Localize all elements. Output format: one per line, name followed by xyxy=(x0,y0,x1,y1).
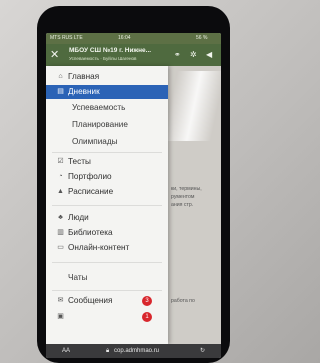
home-icon: ⌂ xyxy=(58,73,63,80)
menu-item-online-content[interactable]: ▭ Онлайн-контент xyxy=(46,241,168,255)
navigation-drawer: ⌂ Главная ▤ Дневник Успеваемость Планиро… xyxy=(46,66,168,344)
settings-icon[interactable]: ✲ xyxy=(190,50,197,60)
messages-badge: 3 xyxy=(142,296,152,306)
mail-icon: ✉ xyxy=(57,297,64,304)
menu-item-home[interactable]: ⌂ Главная xyxy=(46,70,168,84)
app-title: МБОУ СШ №19 г. Нижне... xyxy=(69,47,152,54)
browser-address-bar[interactable]: AA 🔒︎ cop.admhmao.ru ↻ xyxy=(46,344,221,358)
bell-icon: ▲ xyxy=(57,188,64,195)
clock: 16:04 xyxy=(118,35,131,41)
reload-icon[interactable]: ↻ xyxy=(200,344,205,358)
carrier-label: MTS RUS LTE xyxy=(50,35,83,41)
megaphone-icon[interactable]: ◀ xyxy=(206,50,212,60)
url-text[interactable]: cop.admhmao.ru xyxy=(114,344,159,358)
text-size-button[interactable]: AA xyxy=(62,344,70,358)
menu-item-partial[interactable]: ▣ 1 xyxy=(46,310,168,324)
menu-item-library[interactable]: ▥ Библиотека xyxy=(46,226,168,240)
content-line: ания стр. xyxy=(171,202,194,208)
content-line: рументом xyxy=(171,194,195,200)
menu-item-planning[interactable]: Планирование xyxy=(46,118,168,132)
lock-icon: 🔒︎ xyxy=(106,348,110,354)
notification-badge: 1 xyxy=(142,312,152,322)
link-icon[interactable]: ⚭ xyxy=(174,50,181,60)
phone-screen: MTS RUS LTE 16:04 56 % ✕ МБОУ СШ №19 г. … xyxy=(46,33,221,358)
menu-item-people[interactable]: ♣ Люди xyxy=(46,211,168,225)
menu-item-schedule[interactable]: ▲ Расписание xyxy=(46,185,168,199)
menu-divider xyxy=(52,290,162,291)
menu-divider xyxy=(52,152,162,153)
status-bar: MTS RUS LTE 16:04 56 % xyxy=(46,33,221,44)
app-bar: ✕ МБОУ СШ №19 г. Нижне... Успеваемость ·… xyxy=(46,44,221,66)
battery-label: 56 % xyxy=(196,35,208,41)
menu-item-olympiads[interactable]: Олимпиады xyxy=(46,135,168,149)
media-icon: ▭ xyxy=(57,244,64,251)
menu-item-chats[interactable]: Чаты xyxy=(46,271,168,285)
menu-item-messages[interactable]: ✉ Сообщения 3 xyxy=(46,294,168,308)
app-subtitle: Успеваемость · Буйлы Шагенов xyxy=(69,56,137,61)
checkbox-icon: ☑ xyxy=(57,158,64,165)
library-icon: ▥ xyxy=(57,229,64,236)
content-line: ки, термины, xyxy=(171,186,202,192)
menu-divider xyxy=(52,262,162,263)
content-line: работа по xyxy=(171,298,195,304)
portfolio-icon: ◔ xyxy=(58,173,63,180)
menu-item-grades[interactable]: Успеваемость xyxy=(46,101,168,115)
book-icon: ▤ xyxy=(57,88,64,95)
envelope-icon: ▣ xyxy=(57,313,64,320)
menu-item-portfolio[interactable]: ◔ Портфолио xyxy=(46,170,168,184)
menu-divider xyxy=(52,205,162,206)
menu-item-tests[interactable]: ☑ Тесты xyxy=(46,155,168,169)
close-icon[interactable]: ✕ xyxy=(50,48,59,62)
people-icon: ♣ xyxy=(58,214,63,221)
menu-item-diary[interactable]: ▤ Дневник xyxy=(46,85,168,99)
